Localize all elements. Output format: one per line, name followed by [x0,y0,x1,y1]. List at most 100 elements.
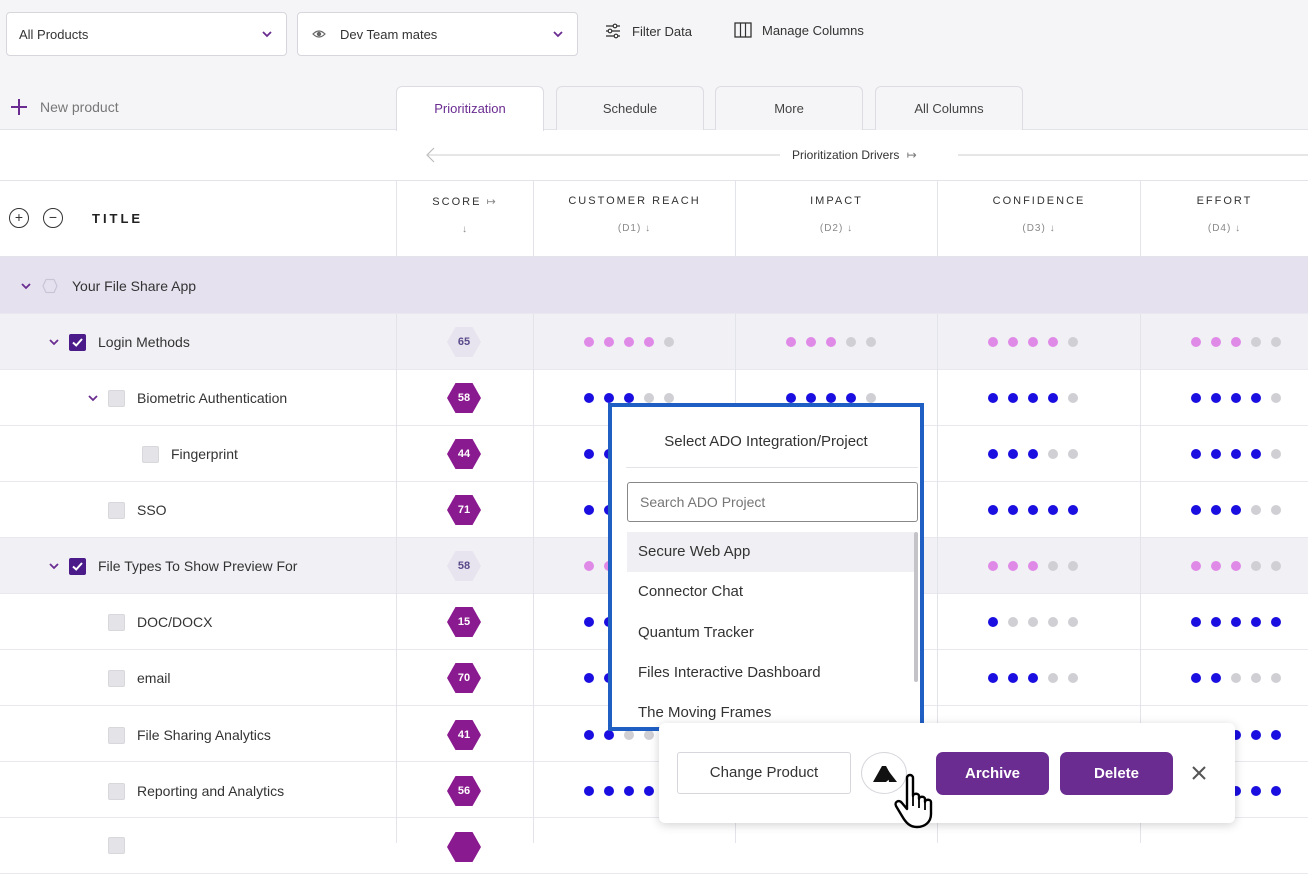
confidence-column-header[interactable]: CONFIDENCE (D3) ↓ [937,181,1140,257]
archive-button[interactable]: Archive [936,752,1049,795]
rating-dot [846,337,856,347]
title-column-header: TITLE [92,211,144,226]
checkbox[interactable] [69,558,86,575]
check-icon [72,562,83,571]
rating-dot [1191,617,1201,627]
rating-dot [1251,730,1261,740]
rating-dot [584,561,594,571]
search-ado-project-input[interactable] [627,482,918,522]
table-row[interactable] [0,314,1308,370]
rating-dot [1068,337,1078,347]
rating-dot [866,393,876,403]
project-option[interactable]: Secure Web App [627,532,914,572]
collapse-all-button[interactable]: − [43,208,63,228]
tab-all-columns[interactable]: All Columns [875,86,1023,130]
chevron-down-icon[interactable] [48,560,60,572]
popup-title: Select ADO Integration/Project [664,433,868,450]
tab-prioritization[interactable]: Prioritization [396,86,544,131]
group-row[interactable] [0,257,1308,314]
rating-dot [664,337,674,347]
checkbox[interactable] [108,614,125,631]
checkbox[interactable] [108,837,125,854]
checkbox[interactable] [108,390,125,407]
rating-dot [1191,337,1201,347]
new-product-button[interactable]: New product [10,98,119,116]
checkbox[interactable] [108,783,125,800]
chevron-down-icon[interactable] [20,280,32,292]
rating-dot [584,617,594,627]
project-option[interactable]: Files Interactive Dashboard [627,653,914,693]
rating-dot [1211,617,1221,627]
project-option[interactable]: Connector Chat [627,572,914,612]
rating-dot [988,673,998,683]
rating-dot [1211,337,1221,347]
rating-dot [1048,617,1058,627]
row-title: Biometric Authentication [137,390,288,406]
filter-data-button[interactable]: Filter Data [604,22,692,40]
rating-dot [1211,393,1221,403]
rating-dot [584,337,594,347]
rating-dot [604,337,614,347]
rating-dot [1271,786,1281,796]
expand-right-icon: ↦ [486,196,498,208]
project-option[interactable]: Quantum Tracker [627,613,914,653]
rating-dot [644,393,654,403]
rating-dot [584,730,594,740]
rating-dot [1191,449,1201,459]
change-product-button[interactable]: Change Product [677,752,851,794]
rating-dot [1231,337,1241,347]
chevron-down-icon[interactable] [87,392,99,404]
manage-columns-button[interactable]: Manage Columns [734,22,864,38]
checkbox[interactable] [69,334,86,351]
ado-project-popup: Select ADO Integration/Project Secure We… [608,403,924,731]
rating-dot [1008,393,1018,403]
rating-dot [1048,337,1058,347]
rating-dot [988,617,998,627]
sort-down-icon: ↓ [1049,223,1056,234]
rating-dot [1028,617,1038,627]
row-title: email [137,670,171,686]
expand-all-button[interactable]: + [9,208,29,228]
rating-dot [1271,505,1281,515]
rating-dot [624,393,634,403]
rating-dot [1048,393,1058,403]
rating-dot [806,393,816,403]
effort-column-header[interactable]: EFFORT (D4) ↓ [1140,181,1308,257]
delete-button[interactable]: Delete [1060,752,1173,795]
rating-dot [584,393,594,403]
rating-dot [1191,673,1201,683]
rating-dot [826,337,836,347]
rating-dot [1271,449,1281,459]
rating-dot [1068,449,1078,459]
customer-reach-column-header[interactable]: CUSTOMER REACH (D1) ↓ [533,181,735,257]
rating-dot [1251,393,1261,403]
product-select[interactable]: All Products [6,12,287,56]
scrollbar[interactable] [914,532,918,682]
rating-dot [604,730,614,740]
rating-dot [1028,673,1038,683]
row-title: Fingerprint [171,446,238,462]
checkbox[interactable] [142,446,159,463]
close-icon[interactable] [1188,762,1210,784]
eye-icon [312,30,326,38]
row-title: File Sharing Analytics [137,727,271,743]
score-column-header[interactable]: SCORE ↦ ↓ [396,181,533,257]
sliders-icon [606,23,620,39]
impact-column-header[interactable]: IMPACT (D2) ↓ [735,181,937,257]
tab-schedule[interactable]: Schedule [556,86,704,130]
prioritization-drivers-label[interactable]: Prioritization Drivers ↦ [792,148,917,162]
rating-dot [1068,617,1078,627]
rating-dot [1008,449,1018,459]
checkbox[interactable] [108,727,125,744]
checkbox[interactable] [108,502,125,519]
table-row[interactable] [0,818,1308,874]
checkbox[interactable] [108,670,125,687]
hand-pointer-cursor-icon [894,773,933,829]
rating-dot [1271,393,1281,403]
tab-more[interactable]: More [715,86,863,130]
chevron-down-icon[interactable] [48,336,60,348]
rating-dot [1028,505,1038,515]
rating-dot [1008,337,1018,347]
team-select[interactable]: Dev Team mates [297,12,578,56]
rating-dot [1211,673,1221,683]
